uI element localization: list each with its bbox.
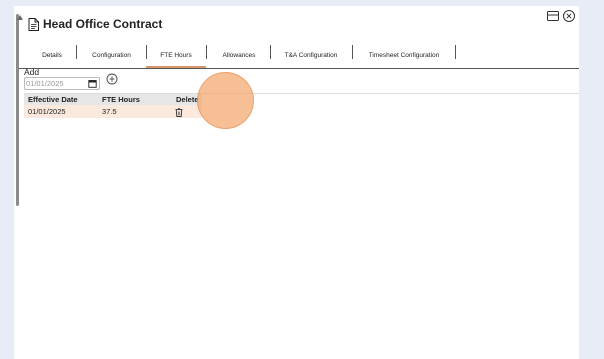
cell-fte-hours: 37.5	[102, 107, 117, 116]
contract-window: Head Office Contract Details Configurati…	[14, 6, 579, 359]
plus-circle-icon[interactable]	[106, 72, 118, 90]
add-label: Add	[24, 67, 40, 77]
tab-divider	[352, 45, 353, 59]
header-effective-date: Effective Date	[28, 95, 78, 104]
effective-date-input[interactable]: 01/01/2025	[24, 77, 100, 90]
tab-details[interactable]: Details	[27, 43, 77, 67]
calendar-icon[interactable]	[88, 79, 97, 90]
tab-allowances[interactable]: Allowances	[208, 43, 270, 67]
tab-configuration[interactable]: Configuration	[77, 43, 146, 67]
tab-divider	[206, 45, 207, 59]
click-indicator	[197, 72, 254, 129]
window-title-bar: Head Office Contract	[28, 14, 162, 34]
close-icon[interactable]	[562, 9, 576, 23]
header-fte-hours: FTE Hours	[102, 95, 140, 104]
tab-label: Configuration	[92, 51, 131, 59]
tab-label: T&A Configuration	[284, 51, 338, 59]
document-icon	[28, 17, 39, 31]
tab-timesheet-configuration[interactable]: Timesheet Configuration	[354, 43, 454, 67]
tab-fte-hours[interactable]: FTE Hours	[146, 43, 206, 68]
table-header: Effective Date FTE Hours Delete	[24, 94, 202, 105]
trash-icon[interactable]	[175, 108, 183, 119]
tab-label: Details	[42, 51, 62, 59]
window-controls	[546, 9, 576, 23]
tab-ta-configuration[interactable]: T&A Configuration	[270, 43, 352, 67]
window-title: Head Office Contract	[43, 17, 163, 31]
date-input-text: 01/01/2025	[26, 79, 64, 88]
tab-divider	[455, 45, 456, 59]
tab-label: Allowances	[222, 51, 256, 59]
scroll-up-arrow-icon[interactable]	[17, 15, 23, 20]
header-delete: Delete	[176, 95, 199, 104]
tab-label: FTE Hours	[160, 51, 192, 59]
table-row[interactable]: 01/01/2025 37.5	[24, 105, 202, 118]
restore-window-icon[interactable]	[546, 9, 560, 23]
cell-effective-date: 01/01/2025	[28, 107, 66, 116]
tab-bar: Details Configuration FTE Hours Allowanc…	[19, 43, 579, 69]
fte-hours-table: Effective Date FTE Hours Delete 01/01/20…	[24, 94, 202, 118]
tab-label: Timesheet Configuration	[368, 51, 440, 59]
